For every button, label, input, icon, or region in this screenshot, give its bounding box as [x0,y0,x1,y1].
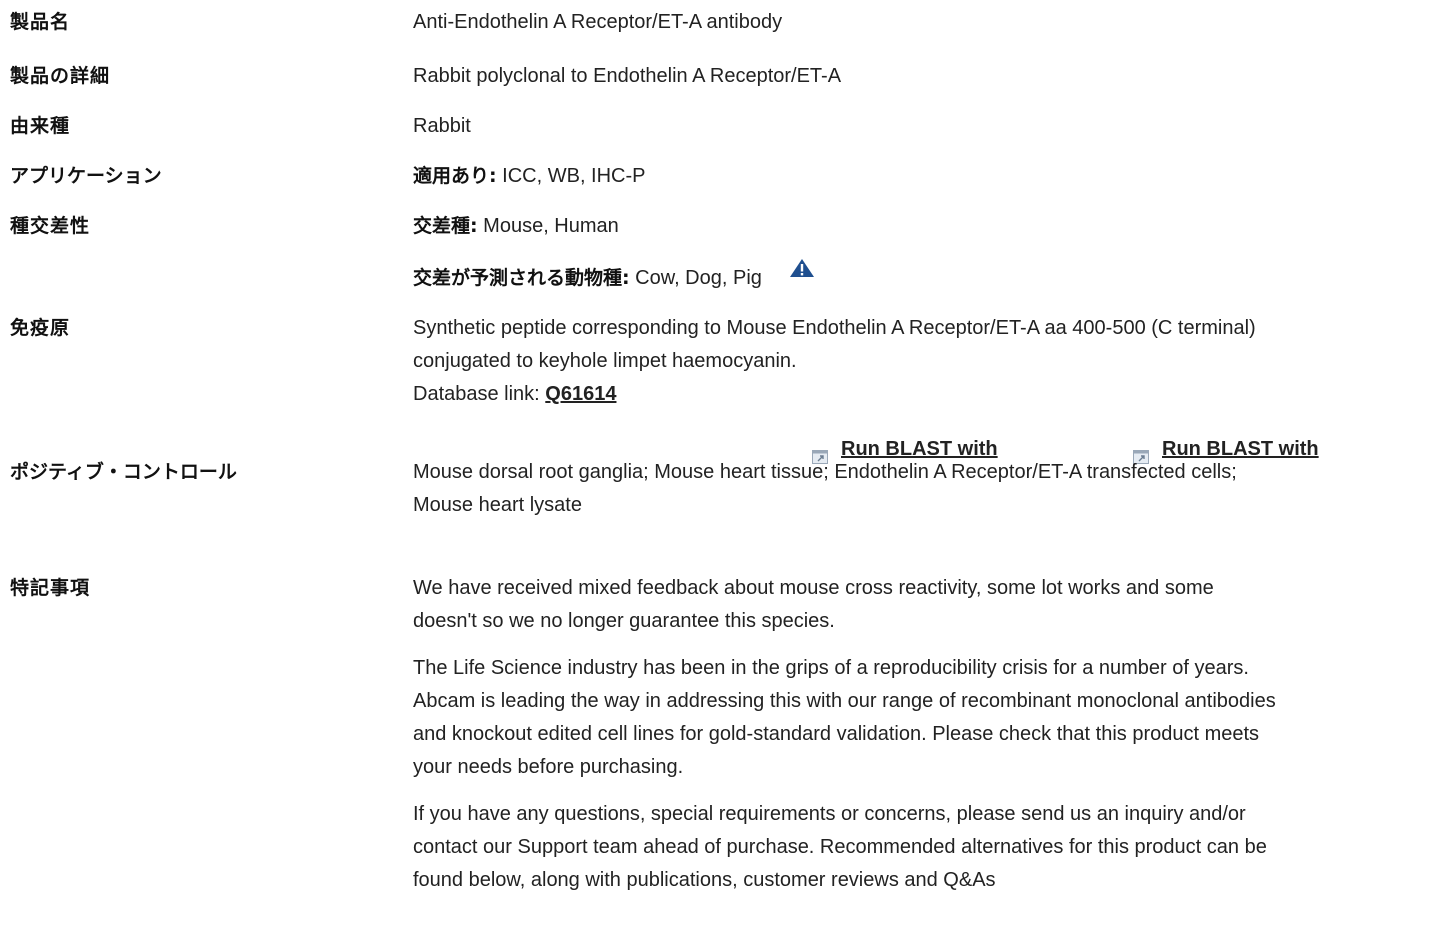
applications-value: ICC, WB, IHC-P [496,165,646,187]
host-value: Rabbit [413,115,471,137]
notes-p2-line-3: and knockout edited cell lines for gold-… [413,723,1260,745]
notes-paragraph-2: The Life Science industry has been in th… [413,652,1438,784]
host-label: 由来種 [10,115,71,137]
immunogen-line-2: conjugated to keyhole limpet haemocyanin… [413,350,797,372]
applications-label: アプリケーション [10,165,162,187]
notes-p1-line-2: doesn't so we no longer guarantee this s… [413,610,835,632]
notes-p1-line-1: We have received mixed feedback about mo… [413,577,1214,599]
database-link-line: Database link: Q61614 [413,378,1438,411]
notes-p2-line-1: The Life Science industry has been in th… [413,657,1249,679]
positive-control-line-2: Mouse heart lysate [413,494,582,516]
notes-p2-line-4: your needs before purchasing. [413,756,684,778]
notes-paragraph-3: If you have any questions, special requi… [413,798,1438,897]
notes-value: We have received mixed feedback about mo… [413,572,1438,911]
applications-prefix: 適用あり: [413,165,497,187]
warning-triangle-icon[interactable] [789,256,815,289]
reacts-with-prefix: 交差種: [413,215,478,237]
positive-control-label: ポジティブ・コントロール [10,461,237,483]
positive-control-line-1: Mouse dorsal root ganglia; Mouse heart t… [413,461,1237,483]
notes-p2-line-2: Abcam is leading the way in addressing t… [413,690,1276,712]
product-name-label: 製品名 [10,11,71,33]
positive-control-value: Mouse dorsal root ganglia; Mouse heart t… [413,456,1438,522]
reacts-with-line: 交差種: Mouse, Human [413,210,1438,243]
notes-p3-line-3: found below, along with publications, cu… [413,869,996,891]
external-window-icon [1133,442,1149,464]
product-name-value: Anti-Endothelin A Receptor/ET-A antibody [413,11,783,33]
predicted-line: 交差が予測される動物種: Cow, Dog, Pig [413,259,1438,295]
external-window-icon [812,442,828,464]
database-link-q61614[interactable]: Q61614 [545,383,616,405]
database-link-prefix: Database link: [413,383,546,405]
predicted-prefix: 交差が予測される動物種: [413,267,630,289]
product-detail-value: Rabbit polyclonal to Endothelin A Recept… [413,65,842,87]
immunogen-value: Synthetic peptide corresponding to Mouse… [413,312,1438,411]
reacts-with-value: Mouse, Human [477,215,619,237]
notes-p3-line-1: If you have any questions, special requi… [413,803,1246,825]
immunogen-line-1: Synthetic peptide corresponding to Mouse… [413,317,1256,339]
notes-p3-line-2: contact our Support team ahead of purcha… [413,836,1267,858]
notes-label: 特記事項 [10,577,91,599]
product-detail-label: 製品の詳細 [10,65,111,87]
notes-paragraph-1: We have received mixed feedback about mo… [413,572,1438,638]
immunogen-label: 免疫原 [10,317,71,339]
predicted-value: Cow, Dog, Pig [629,267,762,289]
applications-value-wrap: 適用あり: ICC, WB, IHC-P [413,160,1438,193]
reactivity-label: 種交差性 [10,215,91,237]
